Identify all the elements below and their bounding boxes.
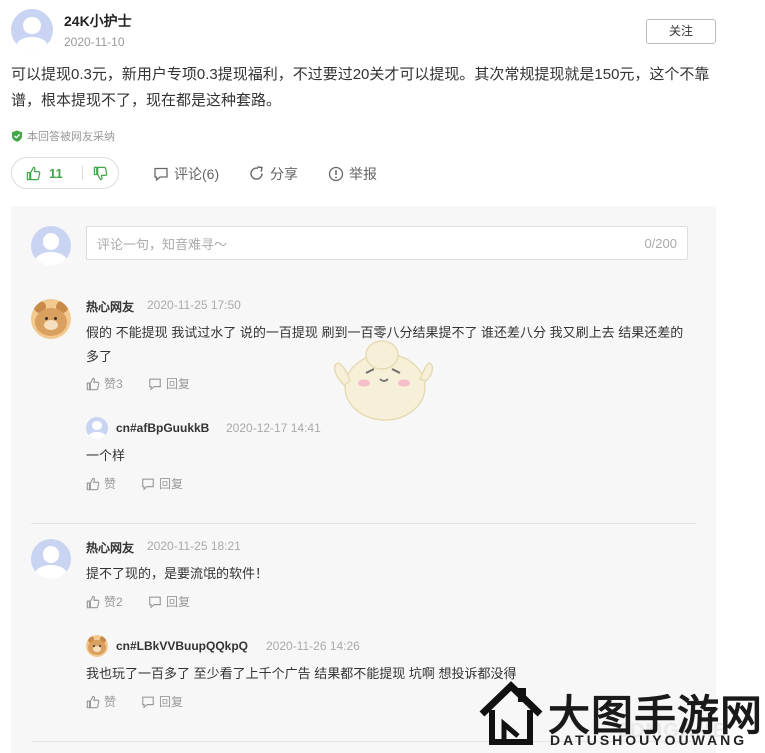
reply-time: 2020-11-26 14:26	[266, 639, 360, 653]
reply-reply-label: 回复	[159, 695, 184, 709]
reply-icon	[142, 478, 154, 490]
mascot-illustration	[333, 340, 434, 421]
comment-icon	[154, 167, 168, 181]
thumbs-up-icon	[86, 377, 100, 390]
reply-icon	[142, 696, 154, 708]
share-icon	[250, 166, 263, 180]
comment-reply-button[interactable]: 回复	[148, 375, 190, 392]
reply-text: 一个样	[86, 448, 126, 463]
reply-time: 2020-12-17 14:41	[226, 421, 321, 435]
reply-reply-button[interactable]: 回复	[141, 475, 183, 492]
comment-like-label: 赞3	[104, 377, 123, 391]
comment-reply-button[interactable]: 回复	[148, 593, 190, 610]
report-label: 举报	[349, 166, 377, 182]
thumbs-up-icon	[86, 477, 100, 490]
like-button[interactable]: 11	[12, 158, 82, 188]
comment-like-button[interactable]: 赞2	[86, 593, 123, 610]
comment-reply-label: 回复	[166, 595, 191, 609]
reply-like-button[interactable]: 赞	[86, 693, 116, 710]
author-name[interactable]: 24K小护士	[64, 11, 132, 31]
comment-like-button[interactable]: 赞3	[86, 375, 123, 392]
thumbs-down-icon	[93, 166, 108, 180]
reply-reply-button[interactable]: 回复	[141, 693, 183, 710]
like-count: 11	[49, 165, 63, 181]
comment-user[interactable]: 热心网友	[86, 539, 134, 556]
reply-like-label: 赞	[104, 477, 117, 491]
reply-avatar[interactable]	[86, 417, 108, 439]
commenter-avatar[interactable]	[31, 539, 71, 579]
comment-like-label: 赞2	[104, 595, 123, 609]
comment-divider	[31, 523, 696, 524]
comment-char-counter: 0/200	[644, 235, 677, 251]
author-avatar[interactable]	[11, 9, 53, 51]
reply-icon	[149, 378, 161, 390]
comment-text: 提不了现的，是要流氓的软件！	[86, 566, 269, 581]
comment-label: 评论(6)	[174, 166, 220, 182]
answer-date: 2020-11-10	[64, 35, 125, 49]
report-action[interactable]: 举报	[328, 164, 377, 184]
reply-reply-label: 回复	[159, 477, 184, 491]
reply-like-label: 赞	[104, 695, 117, 709]
share-label: 分享	[270, 166, 298, 182]
adopted-badge: 本回答被网友采纳	[11, 128, 115, 144]
adopted-label: 本回答被网友采纳	[27, 131, 115, 143]
comment-input-placeholder: 评论一句，知音难寻～	[97, 236, 228, 252]
my-avatar	[31, 226, 71, 266]
house-logo-icon	[479, 681, 543, 745]
comment-time: 2020-11-25 18:21	[147, 539, 241, 553]
reply-like-button[interactable]: 赞	[86, 475, 116, 492]
follow-button[interactable]: 关注	[646, 19, 716, 44]
comment-input[interactable]: 评论一句，知音难寻～ 0/200	[86, 226, 688, 260]
share-action[interactable]: 分享	[249, 164, 298, 184]
comment-reply-label: 回复	[166, 377, 191, 391]
thumbs-up-icon	[86, 695, 100, 708]
comment-user[interactable]: 热心网友	[86, 298, 134, 315]
thumbs-up-icon	[26, 166, 41, 180]
reply-avatar[interactable]	[86, 635, 108, 657]
vote-box: 11	[11, 157, 119, 189]
watermark-subtitle: DATUSHOUYOUWANG	[550, 732, 748, 748]
site-watermark: 3DMGAME 大图手游网 DATUSHOUYOUWANG	[478, 680, 765, 753]
comment-panel: 评论一句，知音难寻～ 0/200 热心网友 2020-11-25 17:50 假…	[11, 206, 716, 753]
comment-time: 2020-11-25 17:50	[147, 298, 241, 312]
thumbs-up-icon	[86, 595, 100, 608]
reply-icon	[149, 596, 161, 608]
report-icon	[328, 166, 344, 182]
commenter-avatar[interactable]	[31, 299, 71, 339]
shield-check-icon	[12, 130, 22, 142]
dislike-button[interactable]	[83, 158, 118, 188]
reply-user[interactable]: cn#afBpGuukkB	[116, 421, 209, 435]
answer-text: 可以提现0.3元，新用户专项0.3提现福利，不过要过20关才可以提现。其次常规提…	[11, 66, 710, 109]
comment-action[interactable]: 评论(6)	[153, 164, 219, 184]
reply-user[interactable]: cn#LBkVVBuupQQkpQ	[116, 639, 248, 653]
